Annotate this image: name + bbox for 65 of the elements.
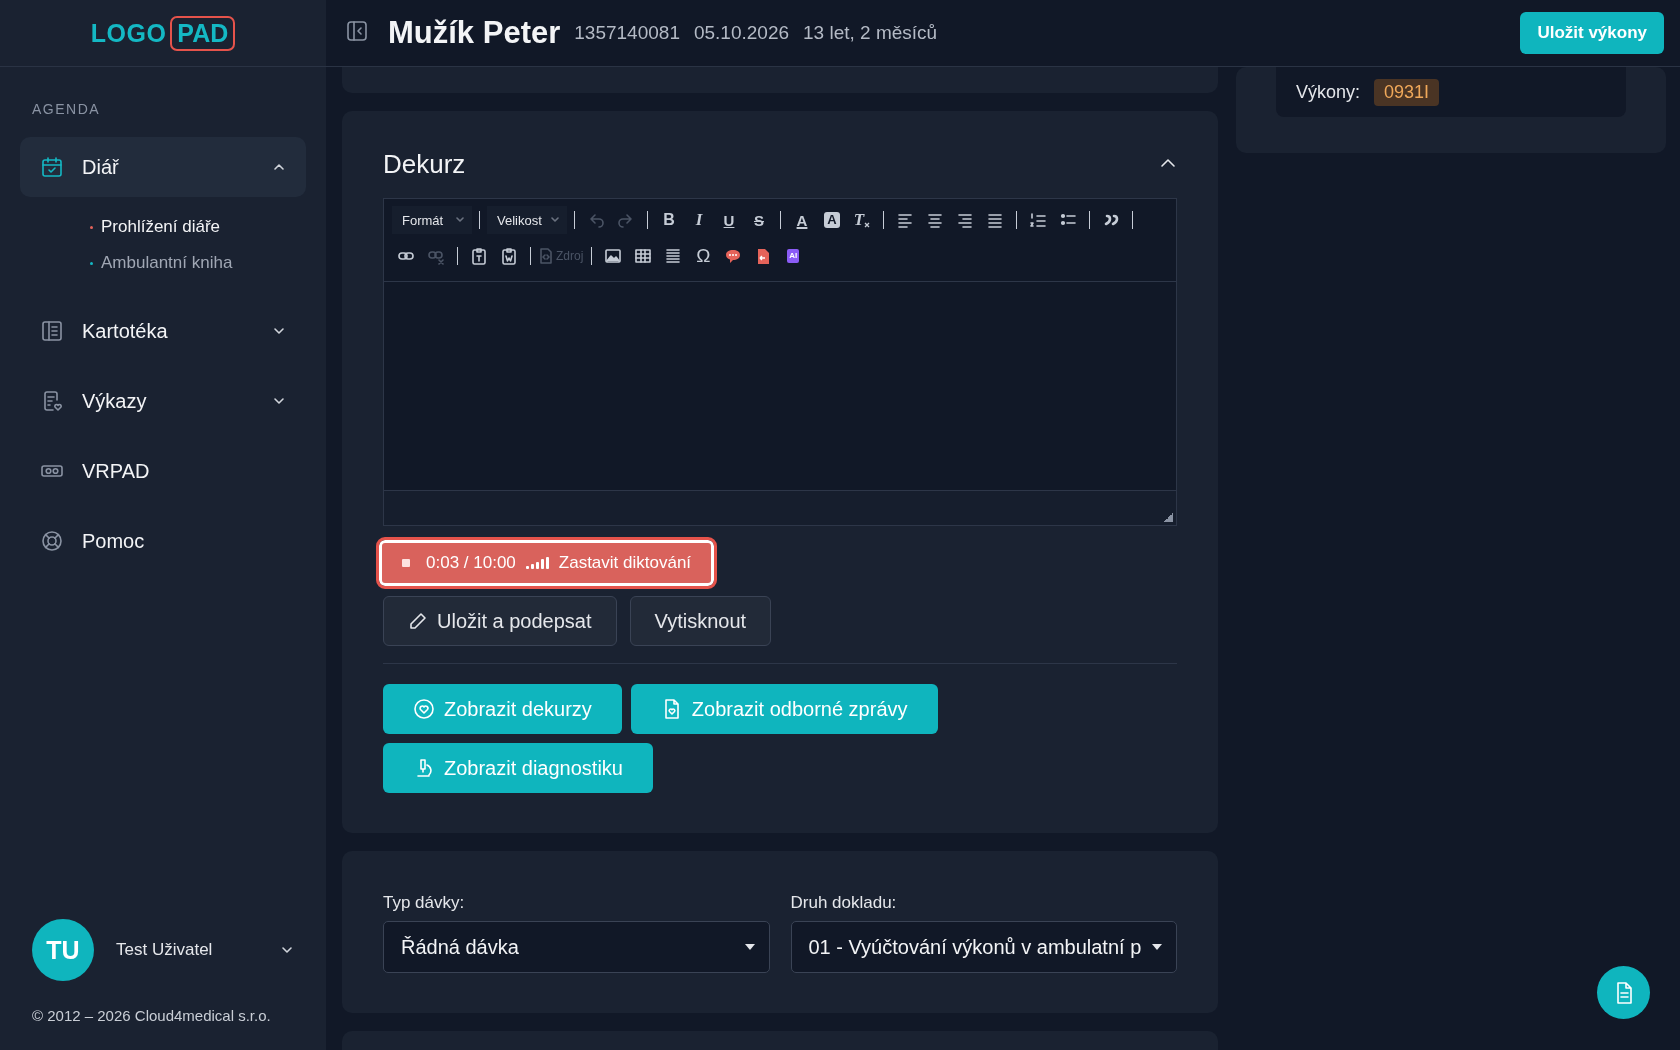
text-color-button[interactable]: A [788, 207, 816, 233]
underline-button[interactable]: U [715, 207, 743, 233]
lifebuoy-icon [40, 529, 64, 553]
caret-icon [456, 217, 464, 223]
justify-icon [986, 211, 1004, 229]
field-label: Typ dávky: [383, 893, 466, 913]
section-title: Dekurz [383, 149, 466, 180]
toolbar-dropdown[interactable]: Velikost [487, 206, 567, 234]
redo-icon [617, 211, 635, 229]
special-character-button[interactable]: Ω [689, 243, 718, 269]
action-button[interactable]: Vytisknout [629, 596, 772, 646]
code-file-icon [539, 248, 553, 264]
table-icon [634, 247, 653, 265]
stop-dictation-button[interactable]: 0:03 / 10:00 Zastavit diktování [379, 540, 715, 586]
italic-button[interactable]: I [685, 207, 713, 233]
select-field[interactable]: 01 - Vyúčtování výkonů v ambulatní p [790, 921, 1177, 973]
patient-id: 1357140081 [574, 22, 680, 44]
user-name: Test Uživatel [116, 940, 214, 960]
nav-subitem[interactable]: Prohlížení diáře [90, 217, 306, 237]
cross-icon [864, 222, 871, 228]
bold-button[interactable]: B [655, 207, 683, 233]
numbered-list-icon [1029, 211, 1047, 229]
align-right-icon [956, 211, 974, 229]
nav-item[interactable]: Kartotéka [20, 301, 306, 361]
procedures-label: Výkony: [1296, 81, 1361, 103]
index-card-icon [40, 319, 64, 343]
comment-icon [724, 247, 743, 265]
nav-subitem[interactable]: Ambulantní kniha [90, 253, 306, 273]
calendar-icon [40, 155, 64, 179]
horizontal-rule-icon [664, 247, 683, 265]
select-field[interactable]: Řádná dávka [383, 921, 770, 973]
document-button[interactable] [1597, 966, 1650, 1019]
logo-badge: PAD [170, 15, 236, 51]
strikethrough-button[interactable]: S [745, 207, 773, 233]
toolbar-dropdown[interactable]: Formát [392, 206, 472, 234]
nav-item[interactable]: VRPAD [20, 441, 306, 501]
procedure-code: 0931I [1374, 78, 1440, 106]
align-center-icon [926, 211, 944, 229]
paste-text-icon [470, 247, 488, 265]
nav-item[interactable]: Diář [20, 137, 306, 197]
image-icon [604, 247, 623, 265]
copyright-text: © 2012 – 2026 Cloud4medical s.r.o. [31, 1006, 272, 1026]
undo-icon [587, 211, 605, 229]
sidebar-toggle-icon [346, 20, 368, 42]
patient-age: 13 let, 2 měsíců [803, 22, 938, 44]
dropdown-arrow-icon [744, 944, 755, 950]
caret-icon [551, 217, 559, 223]
logo-text: LOGO [90, 18, 167, 48]
heart-circle-icon [413, 698, 435, 720]
section-heading: AGENDA [32, 101, 102, 117]
background-color-button[interactable]: A [818, 207, 846, 233]
audio-level-icon [525, 557, 549, 569]
field-label: Druh dokladu: [790, 893, 898, 913]
paste-word-icon [500, 247, 518, 265]
patient-name: Mužík Peter [388, 15, 561, 51]
dropdown-arrow-icon [1152, 944, 1162, 950]
nav-item[interactable]: Pomoc [20, 511, 306, 571]
clear-format-button[interactable]: T [848, 207, 876, 233]
nav-item[interactable]: Výkazy [20, 371, 306, 431]
patient-date: 05.10.2026 [693, 22, 790, 44]
align-left-icon [896, 211, 914, 229]
action-button[interactable]: Uložit a podepsat [383, 596, 617, 646]
stop-icon [402, 559, 410, 567]
ai-button[interactable]: AI [779, 243, 808, 269]
pencil-icon [408, 611, 428, 631]
